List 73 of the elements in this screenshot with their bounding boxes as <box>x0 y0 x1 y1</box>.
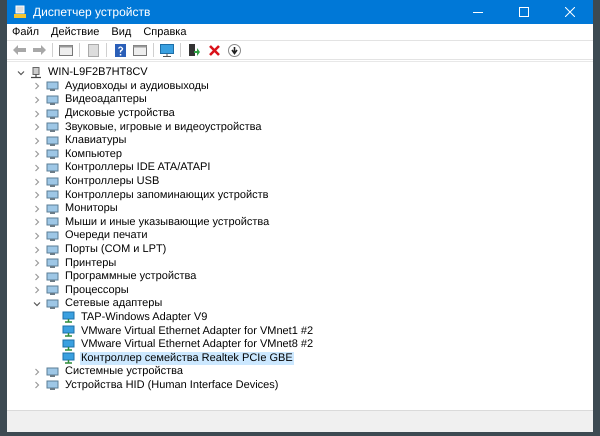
window-title: Диспетчер устройств <box>33 4 150 21</box>
device-icon <box>46 108 59 120</box>
menu-item[interactable]: Действие <box>51 24 100 40</box>
tree-item[interactable]: Мониторы <box>64 202 119 216</box>
device-icon <box>46 379 59 392</box>
device-icon <box>46 202 59 215</box>
device-icon <box>46 284 59 296</box>
device-icon <box>46 134 59 147</box>
device-icon <box>46 94 59 106</box>
device-icon <box>46 189 59 202</box>
device-icon <box>46 298 59 310</box>
tree-item[interactable]: Очереди печати <box>64 229 149 242</box>
tree-item[interactable]: WIN-L9F2B7HT8CV <box>47 66 149 80</box>
device-icon <box>46 244 59 256</box>
tree-item[interactable]: Системные устройства <box>64 365 184 378</box>
forward-button[interactable] <box>30 42 48 58</box>
menu-item[interactable]: Справка <box>143 24 186 40</box>
device-icon <box>46 80 59 92</box>
device-icon <box>46 148 59 160</box>
cross-icon <box>208 44 220 56</box>
view-button[interactable] <box>131 42 149 58</box>
tree-item[interactable]: Сетевые адаптеры <box>64 297 164 310</box>
device-icon <box>46 270 59 283</box>
device-icon <box>46 366 59 378</box>
app-icon <box>13 5 27 19</box>
tree-item[interactable]: Контроллер семейства Realtek PCIe GBE <box>80 352 294 365</box>
chevron-down-icon[interactable] <box>33 300 41 308</box>
tree-item[interactable]: Контроллеры запоминающих устройств <box>64 188 270 202</box>
chevron-down-icon[interactable] <box>17 68 25 77</box>
tree-item[interactable]: Устройства HID (Human Interface Devices) <box>64 378 280 392</box>
maximize-icon <box>519 7 529 17</box>
tree-item[interactable]: Клавиатуры <box>64 134 128 148</box>
document-icon <box>88 44 98 56</box>
monitor-icon <box>160 44 174 56</box>
tree-item[interactable]: Дисковые устройства <box>64 107 176 120</box>
back-arrow-icon <box>12 45 26 55</box>
tree-item[interactable]: TAP-Windows Adapter V9 <box>80 310 208 324</box>
tree-item[interactable]: Процессоры <box>64 284 130 297</box>
tree-item[interactable]: Программные устройства <box>64 270 198 284</box>
device-icon <box>46 176 59 188</box>
device-icon <box>46 162 59 174</box>
device-arrow-icon <box>188 44 200 56</box>
window-icon <box>59 44 73 56</box>
tree-item[interactable]: Мыши и иные указывающие устройства <box>64 216 270 229</box>
tree-item[interactable]: VMware Virtual Ethernet Adapter for VMnet8 #2 <box>80 338 314 352</box>
tree-item[interactable]: Видеоадаптеры <box>64 93 148 106</box>
tree-item[interactable]: Принтеры <box>64 256 118 270</box>
network-monitor-icon <box>62 311 75 324</box>
network-monitor-icon <box>62 352 75 364</box>
menu-item[interactable]: Вид <box>111 24 132 40</box>
disable-button[interactable] <box>225 42 243 58</box>
menu-item[interactable]: Файл <box>12 24 40 40</box>
down-arrow-circle-icon <box>228 44 240 56</box>
tree-item[interactable]: Аудиовходы и аудиовыходы <box>64 80 210 93</box>
network-monitor-icon <box>62 325 75 338</box>
device-icon <box>46 230 59 242</box>
tree-item[interactable]: Компьютер <box>64 148 123 161</box>
forward-arrow-icon <box>32 45 46 55</box>
device-icon <box>46 257 59 270</box>
network-monitor-icon <box>62 338 75 351</box>
tree-item[interactable]: VMware Virtual Ethernet Adapter for VMnet1 #2 <box>80 324 314 338</box>
tree-item[interactable]: Контроллеры IDE ATA/ATAPI <box>64 161 212 174</box>
tree-item[interactable]: Порты (COM и LPT) <box>64 243 168 256</box>
tree-item[interactable]: Контроллеры USB <box>64 175 160 188</box>
help-icon <box>114 44 126 56</box>
window-icon <box>133 44 147 56</box>
computer-icon <box>30 66 42 79</box>
scan-button[interactable] <box>158 42 176 58</box>
close-icon <box>565 7 575 17</box>
device-icon <box>46 121 59 134</box>
tree-item[interactable]: Звуковые, игровые и видеоустройства <box>64 120 262 134</box>
device-icon <box>46 216 59 228</box>
console-tree-button[interactable] <box>57 42 75 58</box>
